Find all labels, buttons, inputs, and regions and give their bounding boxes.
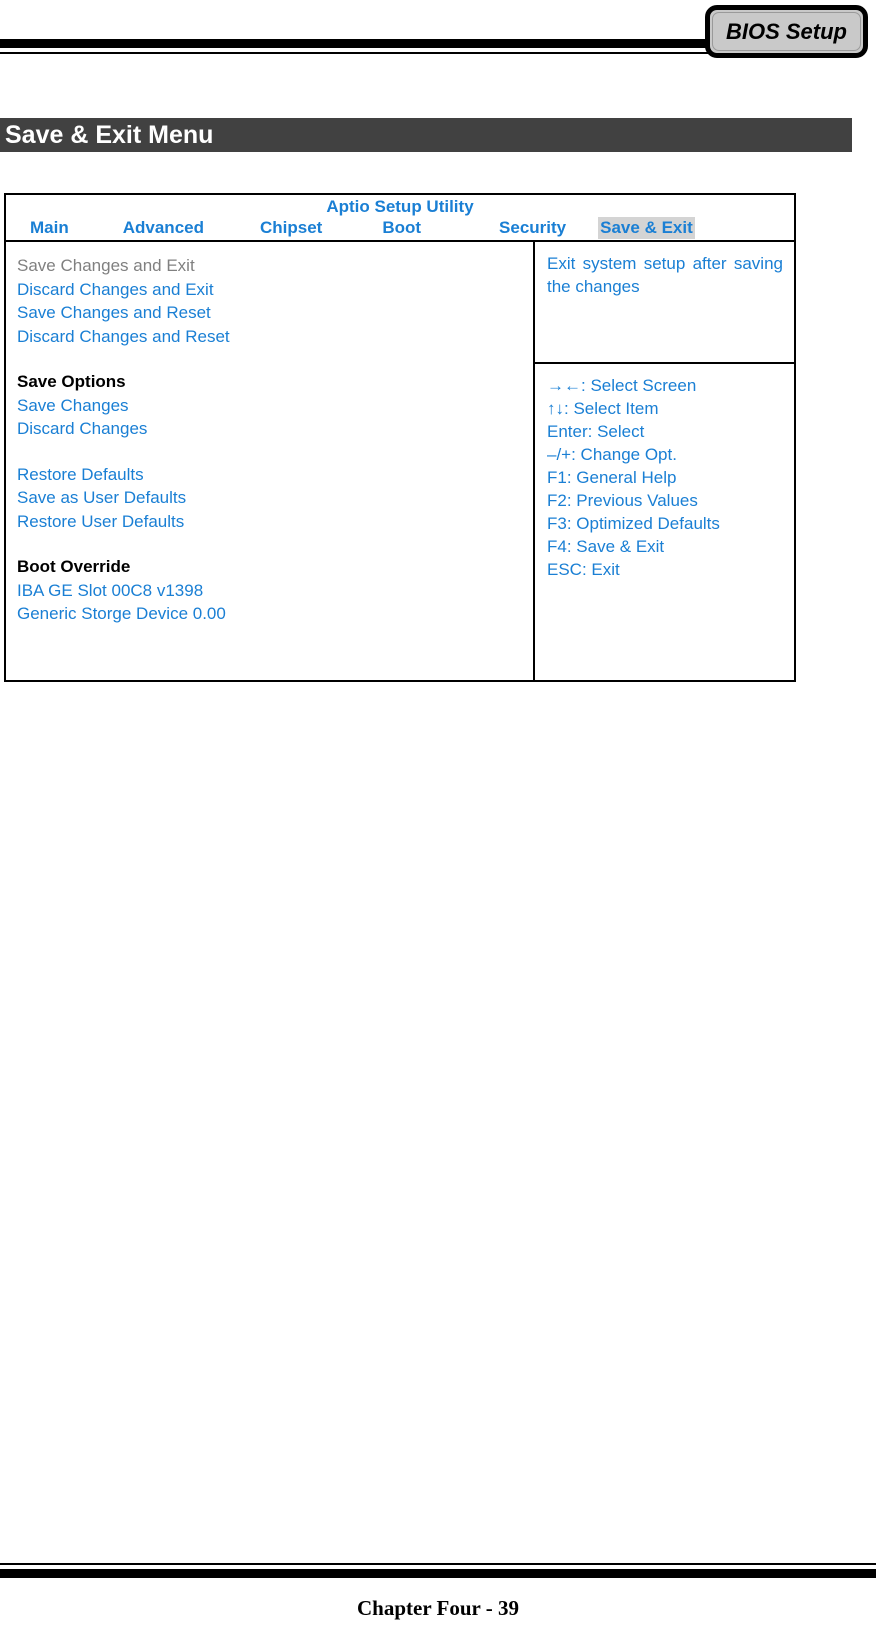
tab-boot[interactable]: Boot (380, 217, 423, 239)
bios-options-panel: Save Changes and Exit Discard Changes an… (6, 242, 535, 680)
menu-item-save-changes-and-reset[interactable]: Save Changes and Reset (17, 301, 533, 325)
key-f4-save-and-exit: F4: Save & Exit (547, 537, 665, 556)
tab-security[interactable]: Security (497, 217, 568, 239)
menu-item-save-changes-and-exit[interactable]: Save Changes and Exit (17, 254, 533, 278)
page-footer-text: Chapter Four - 39 (357, 1596, 519, 1620)
menu-spacer-1 (17, 348, 533, 370)
key-change-opt: –/+: Change Opt. (547, 445, 677, 464)
menu-item-discard-changes[interactable]: Discard Changes (17, 417, 533, 441)
bios-menubar: Aptio Setup Utility Main Advanced Chipse… (6, 195, 794, 242)
menu-item-discard-changes-and-exit[interactable]: Discard Changes and Exit (17, 278, 533, 302)
key-f1-general-help: F1: General Help (547, 468, 677, 487)
key-f2-previous-values: F2: Previous Values (547, 491, 698, 510)
tab-chipset[interactable]: Chipset (258, 217, 324, 239)
bios-tab-strip[interactable]: Main Advanced Chipset Boot Security Save… (6, 217, 794, 239)
key-select-screen: →←: Select Screen (547, 376, 697, 395)
tab-main[interactable]: Main (28, 217, 71, 239)
menu-item-restore-defaults[interactable]: Restore Defaults (17, 463, 533, 487)
menu-spacer-3 (17, 533, 533, 555)
aptio-utility-title: Aptio Setup Utility (326, 197, 474, 216)
menu-group-boot-override: Boot Override (17, 557, 131, 576)
footer-rule-thick (0, 1569, 876, 1578)
section-title-bar: Save & Exit Menu (0, 118, 852, 152)
menu-item-iba-ge-slot[interactable]: IBA GE Slot 00C8 v1398 (17, 579, 533, 603)
bios-setup-corner-tab: BIOS Setup (705, 5, 868, 58)
corner-tab-label: BIOS Setup (725, 18, 847, 44)
key-esc-exit: ESC: Exit (547, 560, 620, 579)
help-description-box: Exit system setup after saving the chang… (535, 242, 794, 364)
menu-item-save-as-user-defaults[interactable]: Save as User Defaults (17, 486, 533, 510)
menu-item-generic-storage-device[interactable]: Generic Storge Device 0.00 (17, 602, 533, 626)
key-enter-select: Enter: Select (547, 422, 645, 441)
key-f3-optimized-defaults: F3: Optimized Defaults (547, 514, 720, 533)
help-description-text: Exit system setup after saving the chang… (547, 254, 783, 296)
tab-advanced[interactable]: Advanced (121, 217, 206, 239)
menu-spacer-2 (17, 441, 533, 463)
key-select-item: ↑↓: Select Item (547, 399, 659, 418)
footer-rule-thin (0, 1563, 876, 1565)
menu-item-restore-user-defaults[interactable]: Restore User Defaults (17, 510, 533, 534)
bios-help-panel: Exit system setup after saving the chang… (535, 242, 794, 680)
tab-save-and-exit[interactable]: Save & Exit (598, 217, 695, 239)
page-footer-rule (0, 1563, 876, 1580)
bios-body: Save Changes and Exit Discard Changes an… (6, 242, 794, 680)
bios-setup-screen: Aptio Setup Utility Main Advanced Chipse… (4, 193, 796, 682)
menu-item-save-changes[interactable]: Save Changes (17, 394, 533, 418)
menu-group-save-options: Save Options (17, 372, 126, 391)
menu-item-discard-changes-and-reset[interactable]: Discard Changes and Reset (17, 325, 533, 349)
page-title: Save & Exit Menu (5, 120, 214, 149)
help-key-legend: →←: Select Screen ↑↓: Select Item Enter:… (535, 364, 794, 680)
